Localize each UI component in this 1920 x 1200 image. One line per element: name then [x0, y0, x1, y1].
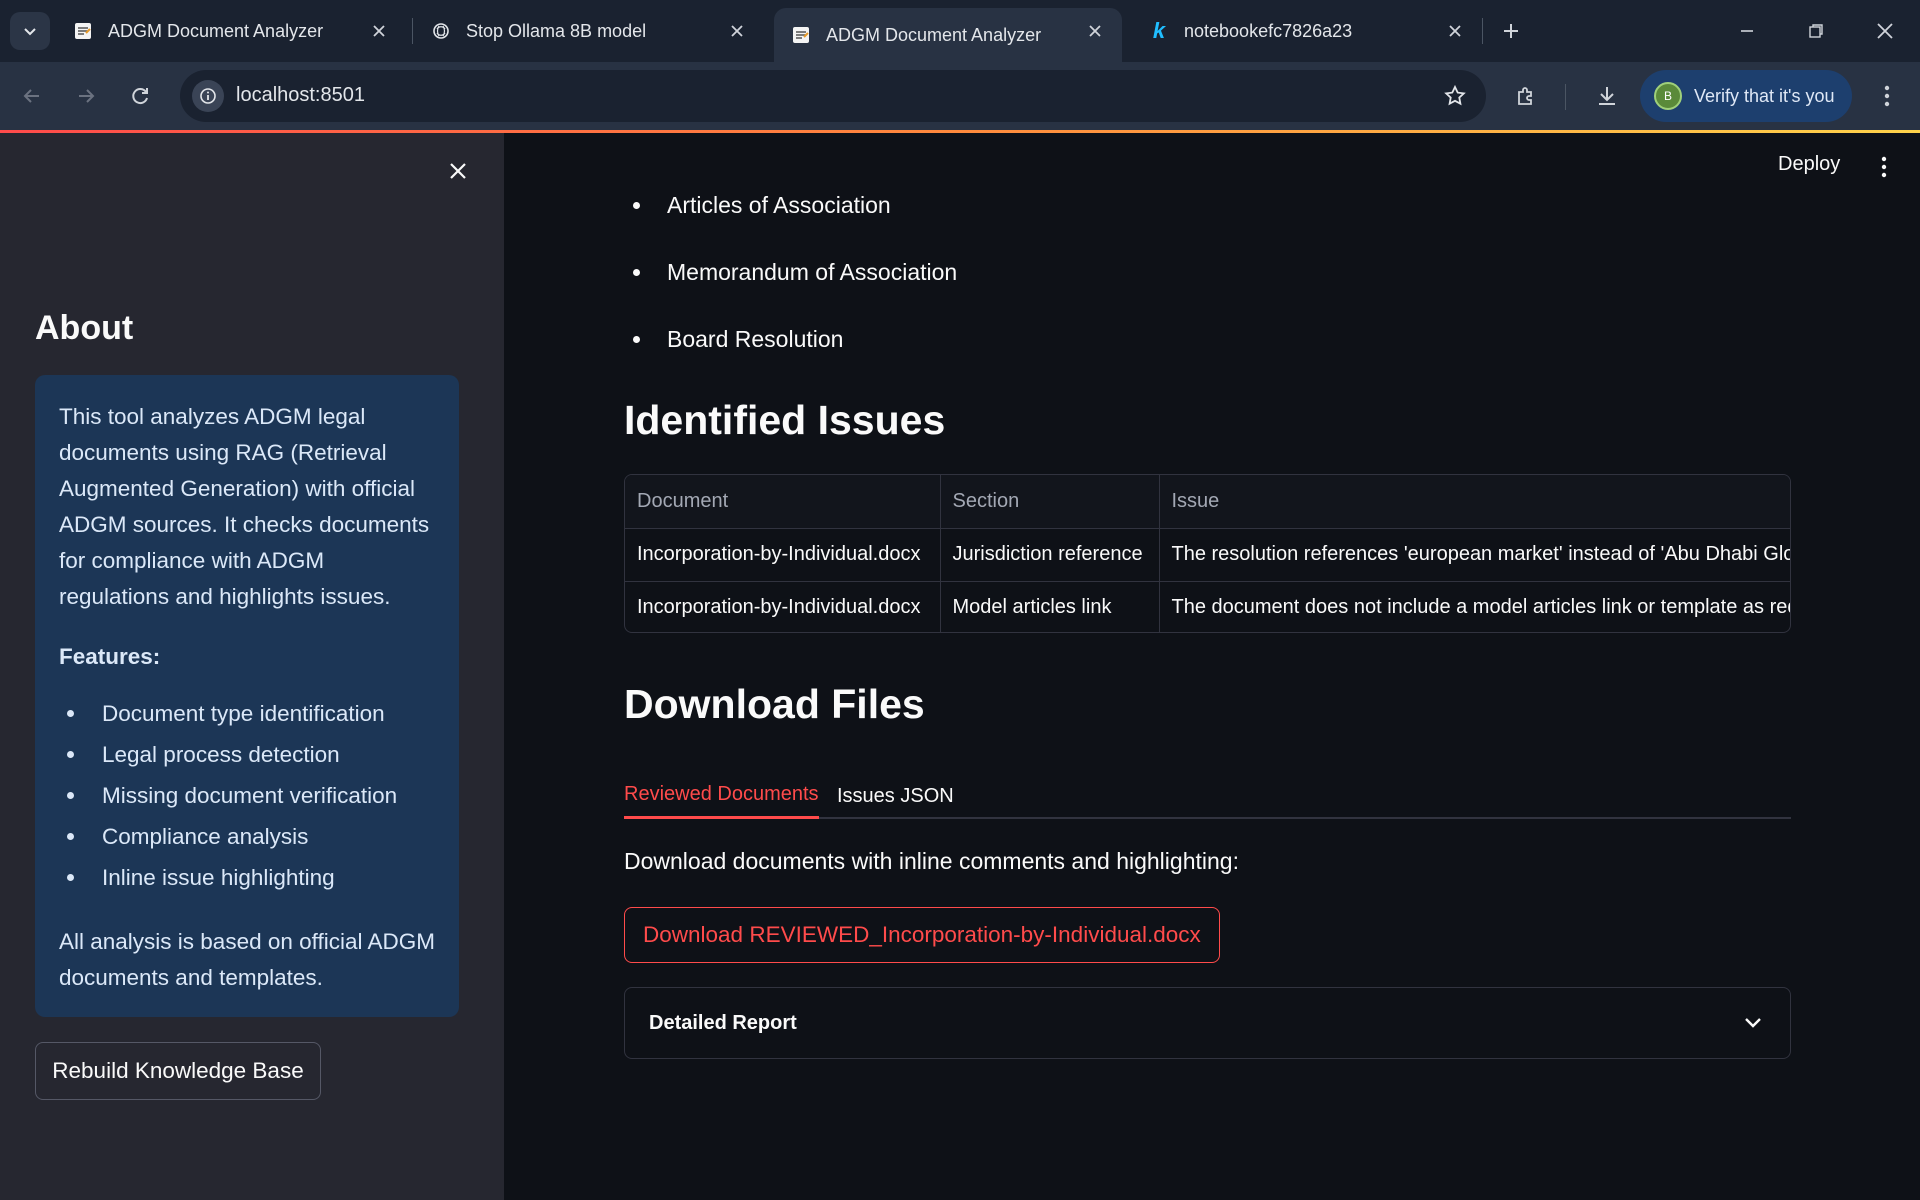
- tab-search-button[interactable]: [10, 12, 50, 50]
- browser-tab[interactable]: k notebookefc7826a23: [1132, 8, 1482, 54]
- minimize-button[interactable]: [1730, 14, 1764, 48]
- download-icon: [1599, 87, 1615, 105]
- list-item: Articles of Association: [624, 181, 957, 248]
- document-list: Articles of Association Memorandum of As…: [624, 181, 957, 382]
- table-row[interactable]: Incorporation-by-Individual.docx Model a…: [625, 581, 1790, 632]
- download-tabs: Reviewed Documents Issues JSON: [624, 763, 1791, 819]
- sidebar: About This tool analyzes ADGM legal docu…: [0, 133, 504, 1200]
- features-list: Document type identification Legal proce…: [59, 693, 435, 898]
- kaggle-icon: k: [1152, 18, 1166, 43]
- list-item: Board Resolution: [624, 315, 957, 382]
- toolbar-divider: [1565, 84, 1566, 110]
- browser-tab[interactable]: Stop Ollama 8B model: [414, 8, 764, 54]
- sidebar-title: About: [35, 309, 134, 347]
- table-header-row: Document Section Issue: [625, 475, 1790, 529]
- expander-label: Detailed Report: [649, 1011, 797, 1034]
- column-header-document[interactable]: Document: [625, 475, 941, 529]
- chevron-down-icon: [1740, 1010, 1766, 1036]
- reload-icon: [132, 88, 148, 105]
- window-close-button[interactable]: [1868, 14, 1902, 48]
- table-cell[interactable]: The document does not include a model ar…: [1159, 581, 1790, 632]
- download-description: Download documents with inline comments …: [624, 848, 1239, 874]
- downloads-button[interactable]: [1590, 79, 1624, 113]
- table-cell[interactable]: Jurisdiction reference: [940, 528, 1160, 582]
- streamlit-doc-icon: [790, 24, 812, 46]
- restore-button[interactable]: [1799, 14, 1833, 48]
- verify-label: Verify that it's you: [1694, 85, 1835, 106]
- close-icon: [1877, 23, 1893, 39]
- address-bar[interactable]: localhost:8501: [180, 70, 1486, 122]
- tab-title: notebookefc7826a23: [1184, 20, 1353, 41]
- table-cell[interactable]: Incorporation-by-Individual.docx: [625, 528, 941, 582]
- app-menu-button[interactable]: [1870, 153, 1898, 181]
- close-icon[interactable]: [726, 20, 748, 42]
- download-heading: Download Files: [624, 681, 925, 727]
- issues-heading: Identified Issues: [624, 397, 946, 443]
- column-header-issue[interactable]: Issue: [1159, 475, 1790, 529]
- plus-icon: [1504, 24, 1518, 38]
- list-item: Missing document verification: [59, 775, 435, 816]
- sidebar-close-button[interactable]: [442, 155, 474, 187]
- tab-divider: [1482, 18, 1483, 44]
- extensions-button[interactable]: [1509, 79, 1543, 113]
- close-icon: [450, 163, 466, 179]
- reload-button[interactable]: [122, 78, 158, 114]
- features-label: Features:: [59, 644, 161, 669]
- browser-tab[interactable]: ADGM Document Analyzer: [56, 8, 406, 54]
- restore-icon: [1809, 24, 1823, 38]
- main-content: Deploy Articles of Association Memorandu…: [504, 133, 1920, 1200]
- url-text[interactable]: localhost:8501: [236, 84, 365, 107]
- list-item: Inline issue highlighting: [59, 857, 435, 898]
- close-icon[interactable]: [1084, 20, 1106, 42]
- chatgpt-icon: [430, 20, 452, 42]
- arrow-left-icon: [23, 89, 39, 103]
- tab-title: ADGM Document Analyzer: [108, 20, 324, 41]
- table-cell[interactable]: Incorporation-by-Individual.docx: [625, 581, 941, 632]
- kebab-menu-icon: [1881, 156, 1887, 178]
- download-reviewed-button[interactable]: Download REVIEWED_Incorporation-by-Indiv…: [624, 907, 1220, 963]
- browser-toolbar: localhost:8501 B Verify that it's you: [0, 62, 1920, 130]
- list-item: Legal process detection: [59, 734, 435, 775]
- tab-title: ADGM Document Analyzer: [826, 24, 1042, 45]
- issues-table[interactable]: Document Section Issue Incorporation-by-…: [624, 474, 1791, 633]
- streamlit-doc-icon: [72, 20, 94, 42]
- tab-divider: [412, 18, 413, 44]
- browser-tab-bar: ADGM Document Analyzer Stop Ollama 8B mo…: [0, 0, 1920, 62]
- tab-reviewed-documents[interactable]: Reviewed Documents: [624, 773, 819, 819]
- tab-issues-json[interactable]: Issues JSON: [837, 773, 954, 819]
- avatar: B: [1654, 82, 1682, 110]
- list-item: Memorandum of Association: [624, 248, 957, 315]
- browser-tab-active[interactable]: ADGM Document Analyzer: [774, 8, 1122, 62]
- chevron-down-icon: [24, 28, 36, 36]
- browser-menu-button[interactable]: [1870, 79, 1904, 113]
- list-item: Document type identification: [59, 693, 435, 734]
- about-intro: This tool analyzes ADGM legal documents …: [59, 404, 430, 609]
- minimize-icon: [1741, 30, 1753, 32]
- new-tab-button[interactable]: [1494, 14, 1528, 48]
- forward-button[interactable]: [68, 78, 104, 114]
- puzzle-icon: [1518, 87, 1532, 105]
- arrow-right-icon: [79, 89, 95, 103]
- tab-title: Stop Ollama 8B model: [466, 20, 647, 41]
- list-item: Compliance analysis: [59, 816, 435, 857]
- detailed-report-expander[interactable]: Detailed Report: [624, 987, 1791, 1059]
- table-cell[interactable]: The resolution references 'european mark…: [1159, 528, 1790, 582]
- bookmark-star-icon[interactable]: [1442, 83, 1468, 109]
- deploy-button[interactable]: Deploy: [1778, 153, 1840, 176]
- table-row[interactable]: Incorporation-by-Individual.docx Jurisdi…: [625, 528, 1790, 582]
- table-cell[interactable]: Model articles link: [940, 581, 1160, 632]
- about-footer: All analysis is based on official ADGM d…: [59, 929, 436, 990]
- site-info-icon[interactable]: [192, 80, 224, 112]
- verify-profile-button[interactable]: B Verify that it's you: [1640, 70, 1852, 122]
- close-icon[interactable]: [1444, 20, 1466, 42]
- column-header-section[interactable]: Section: [940, 475, 1160, 529]
- about-info-box: This tool analyzes ADGM legal documents …: [35, 375, 459, 1017]
- kebab-menu-icon: [1884, 85, 1890, 107]
- rebuild-knowledge-base-button[interactable]: Rebuild Knowledge Base: [35, 1042, 321, 1100]
- close-icon[interactable]: [368, 20, 390, 42]
- back-button[interactable]: [14, 78, 50, 114]
